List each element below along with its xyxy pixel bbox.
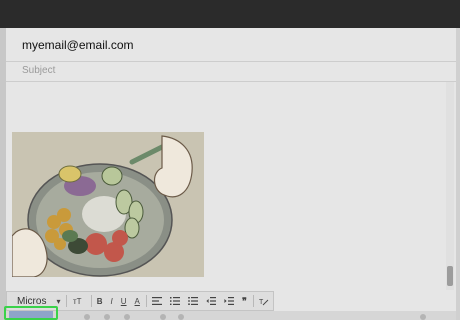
remove-formatting-icon[interactable]: T [255, 292, 273, 310]
indent-less-icon[interactable] [202, 292, 220, 310]
inline-image-salad-bowl[interactable] [12, 132, 204, 277]
recipient-row[interactable]: myemail@email.com [6, 28, 456, 62]
bulleted-list-icon[interactable] [184, 292, 202, 310]
subject-row[interactable]: Subject [6, 62, 456, 82]
recipient-field[interactable]: myemail@email.com [22, 38, 134, 52]
subject-field[interactable]: Subject [22, 65, 55, 76]
text-color-button[interactable]: A [131, 292, 144, 310]
text-size-icon[interactable]: тT [69, 292, 89, 310]
compose-right-edge [456, 28, 460, 320]
indent-more-icon[interactable] [220, 292, 238, 310]
discard-draft-icon[interactable] [420, 314, 426, 320]
window-title-bar [0, 0, 460, 28]
underline-button[interactable]: U [117, 292, 131, 310]
italic-button[interactable]: I [107, 292, 117, 310]
confidential-mode-icon[interactable] [178, 314, 184, 320]
salad-bowl-illustration [12, 132, 204, 277]
quote-icon[interactable]: ❞ [238, 292, 251, 310]
numbered-list-icon[interactable] [166, 292, 184, 310]
align-icon[interactable] [148, 292, 166, 310]
emoji-icon[interactable] [124, 314, 130, 320]
send-button-highlight [4, 306, 58, 320]
body-scrollbar[interactable] [446, 82, 454, 290]
insert-link-icon[interactable] [104, 314, 110, 320]
svg-text:тT: тT [73, 297, 82, 306]
compose-bottom-bar [6, 311, 456, 320]
insert-photo-icon[interactable] [160, 314, 166, 320]
attach-file-icon[interactable] [84, 314, 90, 320]
bold-button[interactable]: B [93, 292, 107, 310]
scrollbar-thumb[interactable] [447, 266, 453, 286]
